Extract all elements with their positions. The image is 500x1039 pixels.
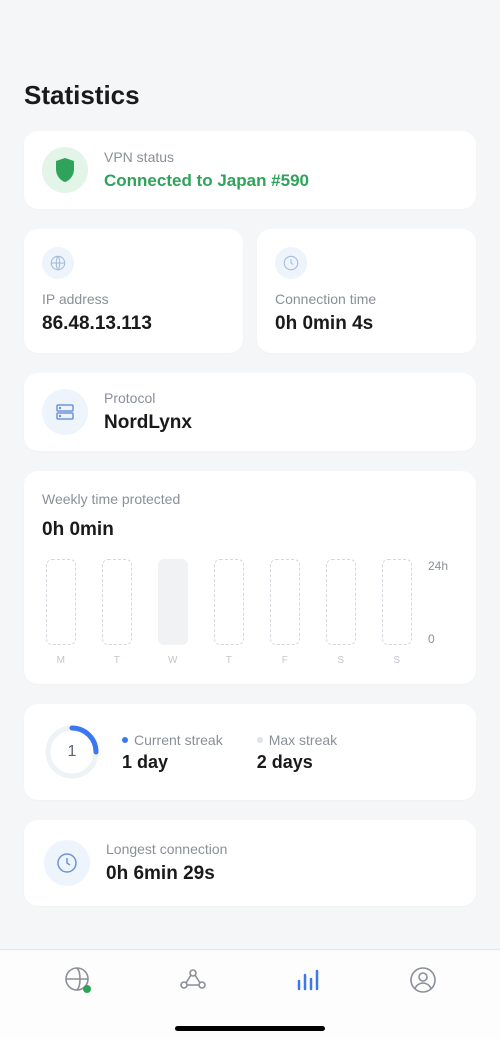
bar-label: T <box>114 655 121 666</box>
globe-icon <box>42 247 74 279</box>
bar-slot <box>326 559 356 645</box>
bar-col: M <box>46 559 76 666</box>
current-streak-value: 1 day <box>122 752 223 773</box>
bar-label: M <box>57 655 66 666</box>
bar-col: T <box>102 559 132 666</box>
bar-label: T <box>226 655 233 666</box>
nav-profile-tab[interactable] <box>407 964 439 996</box>
home-indicator <box>175 1026 325 1031</box>
bar-col: T <box>214 559 244 666</box>
bar-col: F <box>270 559 300 666</box>
nav-stats-tab[interactable] <box>292 964 324 996</box>
weekly-chart: M T W T F S S 24h 0 <box>42 559 458 666</box>
conn-time-label: Connection time <box>275 291 458 307</box>
bar-slot <box>158 559 188 645</box>
bar-slot <box>102 559 132 645</box>
shield-icon <box>42 147 88 193</box>
ip-label: IP address <box>42 291 225 307</box>
protocol-value: NordLynx <box>104 412 192 434</box>
longest-label: Longest connection <box>106 841 227 857</box>
max-streak-label: Max streak <box>269 732 337 748</box>
streak-card: 1 Current streak 1 day Max streak 2 days <box>24 704 476 800</box>
nav-mesh-tab[interactable] <box>177 964 209 996</box>
protocol-card: Protocol NordLynx <box>24 373 476 451</box>
longest-connection-card: Longest connection 0h 6min 29s <box>24 820 476 906</box>
vpn-status-value: Connected to Japan #590 <box>104 171 309 191</box>
bottom-nav <box>0 949 500 1039</box>
weekly-title: Weekly time protected <box>42 491 458 507</box>
max-streak-value: 2 days <box>257 752 337 773</box>
server-icon <box>42 389 88 435</box>
dot-icon <box>122 737 128 743</box>
bar-slot <box>382 559 412 645</box>
page-title: Statistics <box>24 80 476 111</box>
bar-col: W <box>158 559 188 666</box>
vpn-status-label: VPN status <box>104 149 309 165</box>
bar-col: S <box>326 559 356 666</box>
clock-icon <box>275 247 307 279</box>
vpn-status-card: VPN status Connected to Japan #590 <box>24 131 476 209</box>
clock-icon <box>44 840 90 886</box>
weekly-card: Weekly time protected 0h 0min M T W T F S S 24… <box>24 471 476 684</box>
bar-label: S <box>337 655 344 666</box>
y-axis-bottom: 0 <box>428 632 458 646</box>
y-axis-top: 24h <box>428 559 458 573</box>
connection-time-card: Connection time 0h 0min 4s <box>257 229 476 353</box>
weekly-value: 0h 0min <box>42 519 458 541</box>
bar-label: F <box>282 655 289 666</box>
protocol-label: Protocol <box>104 390 192 406</box>
nav-globe-tab[interactable] <box>62 964 94 996</box>
bar-slot <box>270 559 300 645</box>
streak-ring-icon: 1 <box>44 724 100 780</box>
bar-slot <box>214 559 244 645</box>
ip-value: 86.48.13.113 <box>42 313 225 335</box>
bar-slot <box>46 559 76 645</box>
conn-time-value: 0h 0min 4s <box>275 313 458 335</box>
current-streak-label: Current streak <box>134 732 223 748</box>
bar-label: S <box>393 655 400 666</box>
bar-col: S <box>382 559 412 666</box>
bar-label: W <box>168 655 178 666</box>
dot-icon <box>257 737 263 743</box>
ip-address-card: IP address 86.48.13.113 <box>24 229 243 353</box>
longest-value: 0h 6min 29s <box>106 863 227 885</box>
